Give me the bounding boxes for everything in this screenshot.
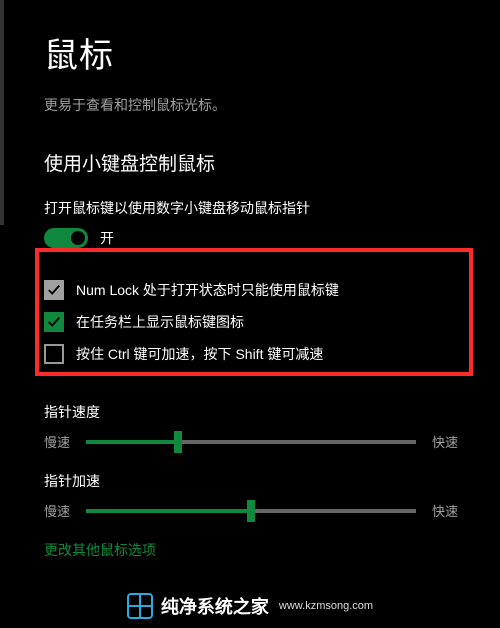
watermark-cn: 纯净系统之家 (161, 593, 269, 619)
checkbox-label: 按住 Ctrl 键可加速，按下 Shift 键可减速 (76, 344, 323, 364)
slider-right-label: 快速 (432, 501, 458, 520)
checkbox-group: Num Lock 处于打开状态时只能使用鼠标键在任务栏上显示鼠标键图标按住 Ct… (44, 274, 482, 370)
check-icon (47, 283, 61, 297)
pointer-accel-title: 指针加速 (44, 471, 482, 491)
section-title: 使用小键盘控制鼠标 (44, 149, 482, 176)
checkbox[interactable] (44, 280, 64, 300)
toggle-state-text: 开 (100, 228, 114, 248)
page-description: 更易于查看和控制鼠标光标。 (44, 95, 482, 115)
pointer-speed-slider[interactable] (86, 440, 416, 444)
checkbox-row: 在任务栏上显示鼠标键图标 (44, 306, 482, 338)
slider-fill (86, 509, 251, 513)
mouse-keys-toggle[interactable] (44, 228, 88, 248)
checkbox-row: 按住 Ctrl 键可加速，按下 Shift 键可减速 (44, 338, 482, 370)
watermark: 纯净系统之家 www.kzmsong.com (0, 584, 500, 628)
slider-fill (86, 440, 178, 444)
other-mouse-options-link[interactable]: 更改其他鼠标选项 (44, 540, 482, 560)
checkbox-label: Num Lock 处于打开状态时只能使用鼠标键 (76, 280, 339, 300)
slider-left-label: 慢速 (44, 432, 70, 451)
check-icon (47, 315, 61, 329)
slider-thumb (247, 500, 255, 522)
slider-left-label: 慢速 (44, 501, 70, 520)
left-panel-stub (0, 0, 4, 225)
pointer-speed-title: 指针速度 (44, 402, 482, 422)
pointer-accel-slider[interactable] (86, 509, 416, 513)
watermark-logo-icon (127, 593, 153, 619)
toggle-label: 打开鼠标键以使用数字小键盘移动鼠标指针 (44, 198, 482, 218)
settings-page: 鼠标 更易于查看和控制鼠标光标。 使用小键盘控制鼠标 打开鼠标键以使用数字小键盘… (0, 0, 500, 560)
slider-right-label: 快速 (432, 432, 458, 451)
slider-thumb (174, 431, 182, 453)
page-title: 鼠标 (44, 28, 482, 77)
toggle-knob (71, 231, 85, 245)
checkbox-row: Num Lock 处于打开状态时只能使用鼠标键 (44, 274, 482, 306)
checkbox-label: 在任务栏上显示鼠标键图标 (76, 312, 244, 332)
checkbox[interactable] (44, 312, 64, 332)
watermark-url: www.kzmsong.com (279, 600, 373, 612)
checkbox[interactable] (44, 344, 64, 364)
